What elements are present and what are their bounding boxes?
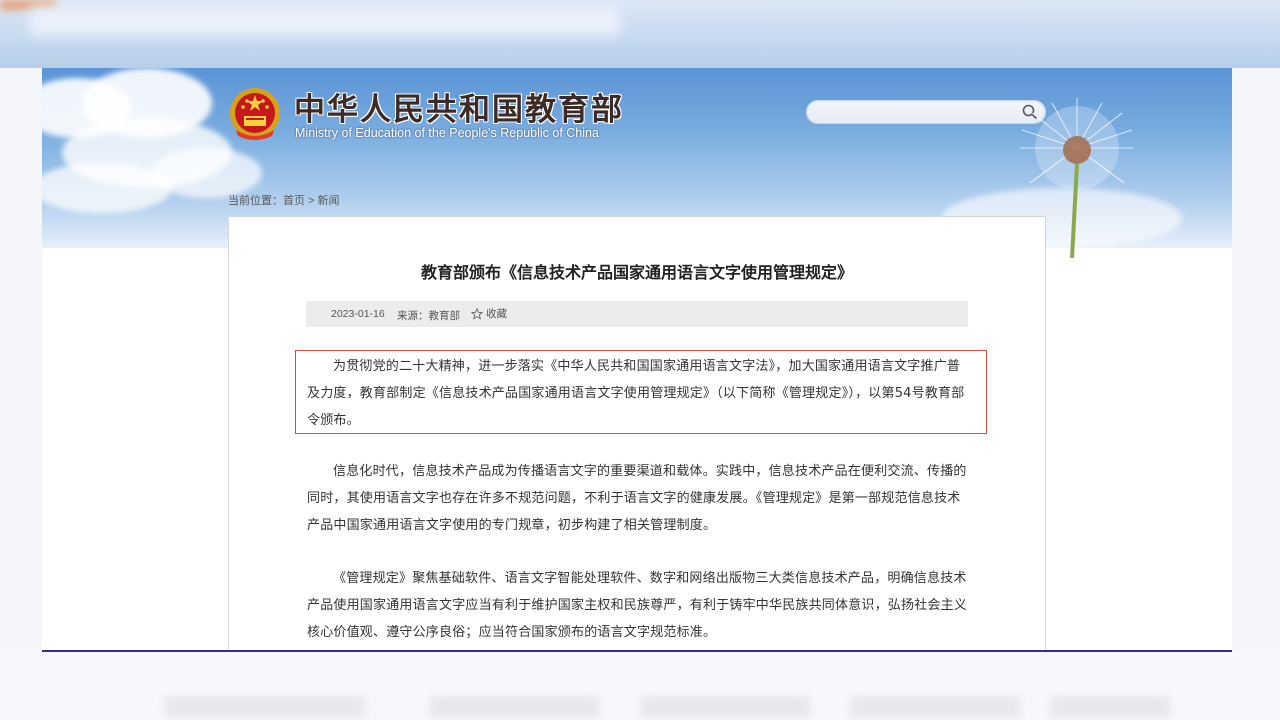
national-emblem-icon: [230, 88, 280, 140]
backdrop-top: [0, 0, 1280, 68]
favorite-label: 收藏: [486, 308, 507, 320]
article-paragraph: 《管理规定》聚焦基础软件、语言文字智能处理软件、数字和网络出版物三大类信息技术产…: [307, 571, 968, 640]
cloud: [42, 163, 172, 213]
blurred-footer-link: [165, 696, 365, 718]
article-paragraph: 信息化时代，信息技术产品成为传播语言文字的重要渠道和载体。实践中，信息技术产品在…: [307, 464, 967, 533]
webpage-frame: 中华人民共和国教育部 Ministry of Education of the …: [42, 68, 1232, 652]
article-meta-bar: 2023-01-16 来源：教育部 收藏: [306, 301, 968, 327]
backdrop-bottom: [0, 652, 1280, 720]
blurred-toolbar: [30, 6, 620, 36]
favorite-button[interactable]: 收藏: [471, 306, 507, 321]
article-paragraph: 为贯彻党的二十大精神，进一步落实《中华人民共和国国家通用语言文字法》，加大国家通…: [307, 359, 965, 428]
article-date: 2023-01-16: [331, 308, 385, 320]
breadcrumb-prefix: 当前位置：: [228, 195, 283, 207]
site-title: 中华人民共和国教育部: [294, 92, 624, 127]
blurred-footer-link: [640, 696, 810, 718]
breadcrumb-separator: >: [305, 195, 318, 207]
star-icon: [471, 307, 483, 320]
blurred-footer-link: [1050, 696, 1170, 718]
backdrop-left: [0, 68, 42, 652]
backdrop-right: [1232, 68, 1280, 652]
breadcrumb-current[interactable]: 新闻: [318, 195, 340, 207]
article-title: 教育部颁布《信息技术产品国家通用语言文字使用管理规定》: [420, 265, 853, 282]
breadcrumb: 当前位置：首页 > 新闻: [228, 192, 340, 208]
blurred-footer-link: [850, 696, 1020, 718]
blurred-footer-link: [430, 696, 600, 718]
article-source: 来源：教育部: [397, 310, 460, 322]
site-subtitle: Ministry of Education of the People's Re…: [295, 126, 599, 140]
breadcrumb-home-link[interactable]: 首页: [283, 195, 305, 207]
search-input[interactable]: [817, 103, 1011, 123]
article-container: 教育部颁布《信息技术产品国家通用语言文字使用管理规定》 2023-01-16 来…: [228, 216, 1046, 650]
